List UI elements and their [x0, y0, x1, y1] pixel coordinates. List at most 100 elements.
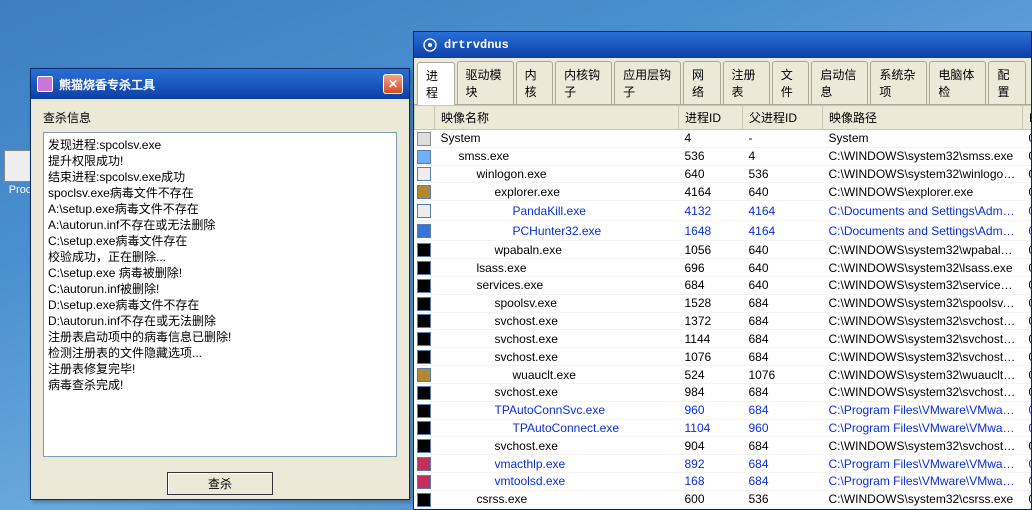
table-row[interactable]: vmtoolsd.exe168684C:\Program Files\VMwar…: [415, 473, 1032, 491]
table-row[interactable]: wpabaln.exe1056640C:\WINDOWS\system32\wp…: [415, 241, 1032, 259]
panda-icon: [37, 76, 53, 92]
table-row[interactable]: TPAutoConnSvc.exe960684C:\Program Files\…: [415, 401, 1032, 419]
table-row[interactable]: spoolsv.exe1528684C:\WINDOWS\system32\sp…: [415, 294, 1032, 312]
close-icon[interactable]: ✕: [383, 74, 403, 94]
process-ppid: 684: [743, 437, 823, 455]
process-eprocess: 0x81FCDDA0: [1023, 348, 1032, 366]
table-row[interactable]: System4-System0x821B9830: [415, 130, 1032, 148]
process-pid: 1648: [679, 221, 743, 241]
process-ppid: 640: [743, 276, 823, 294]
process-name: lsass.exe: [477, 261, 527, 275]
table-row[interactable]: svchost.exe1372684C:\WINDOWS\system32\sv…: [415, 312, 1032, 330]
process-ppid: 4164: [743, 221, 823, 241]
process-pid: 168: [679, 473, 743, 491]
process-icon: [417, 185, 431, 199]
process-path: C:\Program Files\VMware\VMware Tools\vmt…: [823, 473, 1023, 491]
column-header[interactable]: 映像路径: [823, 106, 1023, 130]
process-icon: [417, 421, 431, 435]
process-pid: 904: [679, 437, 743, 455]
tab-4[interactable]: 应用层钩子: [614, 61, 681, 104]
process-path: C:\WINDOWS\system32\csrss.exe: [823, 490, 1023, 508]
process-path: C:\WINDOWS\system32\svchost.exe: [823, 312, 1023, 330]
process-path: C:\WINDOWS\system32\wuauclt.exe: [823, 366, 1023, 384]
gear-icon: [422, 37, 438, 53]
desktop-icon-label: Proc: [9, 184, 32, 196]
table-row[interactable]: svchost.exe984684C:\WINDOWS\system32\svc…: [415, 383, 1032, 401]
tab-9[interactable]: 系统杂项: [870, 61, 927, 104]
process-name: csrss.exe: [477, 492, 528, 506]
tab-8[interactable]: 启动信息: [811, 61, 868, 104]
process-path: C:\WINDOWS\system32\svchost.exe: [823, 437, 1023, 455]
process-icon: [417, 439, 431, 453]
process-eprocess: 0x820CC768: [1023, 366, 1032, 384]
table-row[interactable]: vmacthlp.exe892684C:\Program Files\VMwar…: [415, 455, 1032, 473]
process-path: C:\Documents and Settings\Administrator\…: [823, 201, 1023, 221]
table-row[interactable]: svchost.exe1076684C:\WINDOWS\system32\sv…: [415, 348, 1032, 366]
scan-kill-button[interactable]: 查杀: [167, 472, 273, 495]
table-row[interactable]: PCHunter32.exe16484164C:\Documents and S…: [415, 221, 1032, 241]
log-textarea[interactable]: [43, 132, 397, 457]
column-header[interactable]: 映像名称: [435, 106, 679, 130]
table-row[interactable]: PandaKill.exe41324164C:\Documents and Se…: [415, 201, 1032, 221]
process-ppid: 640: [743, 259, 823, 277]
table-row[interactable]: explorer.exe4164640C:\WINDOWS\explorer.e…: [415, 183, 1032, 201]
table-row[interactable]: lsass.exe696640C:\WINDOWS\system32\lsass…: [415, 259, 1032, 277]
table-row[interactable]: smss.exe5364C:\WINDOWS\system32\smss.exe…: [415, 147, 1032, 165]
process-path: C:\WINDOWS\system32\smss.exe: [823, 147, 1023, 165]
process-name: explorer.exe: [495, 185, 560, 199]
process-pid: 4: [679, 130, 743, 148]
process-icon: [417, 332, 431, 346]
process-ppid: 684: [743, 401, 823, 419]
process-icon: [417, 204, 431, 218]
process-path: C:\WINDOWS\system32\services.exe: [823, 276, 1023, 294]
tab-10[interactable]: 电脑体检: [929, 61, 986, 104]
dialog-titlebar[interactable]: 熊猫烧香专杀工具 ✕: [31, 69, 409, 99]
tab-0[interactable]: 进程: [417, 62, 455, 105]
tab-11[interactable]: 配置: [988, 61, 1026, 104]
table-row[interactable]: csrss.exe600536C:\WINDOWS\system32\csrss…: [415, 490, 1032, 508]
process-pid: 536: [679, 147, 743, 165]
process-pid: 1076: [679, 348, 743, 366]
process-eprocess: 0x81DA2DA0: [1023, 221, 1032, 241]
table-row[interactable]: services.exe684640C:\WINDOWS\system32\se…: [415, 276, 1032, 294]
tab-3[interactable]: 内核钩子: [555, 61, 612, 104]
process-ppid: 960: [743, 419, 823, 437]
process-path: C:\WINDOWS\system32\lsass.exe: [823, 259, 1023, 277]
table-row[interactable]: svchost.exe904684C:\WINDOWS\system32\svc…: [415, 437, 1032, 455]
table-row[interactable]: TPAutoConnect.exe1104960C:\Program Files…: [415, 419, 1032, 437]
process-ppid: -: [743, 130, 823, 148]
process-pid: 1372: [679, 312, 743, 330]
dialog-title: 熊猫烧香专杀工具: [59, 76, 155, 93]
process-icon: [417, 297, 431, 311]
process-pid: 4132: [679, 201, 743, 221]
process-eprocess: 0x8182B020: [1023, 201, 1032, 221]
process-eprocess: 0x81C85DA0: [1023, 147, 1032, 165]
process-path: C:\Documents and Settings\Administrator\…: [823, 221, 1023, 241]
process-name: vmtoolsd.exe: [495, 474, 566, 488]
column-header[interactable]: 父进程ID: [743, 106, 823, 130]
table-row[interactable]: winlogon.exe640536C:\WINDOWS\system32\wi…: [415, 165, 1032, 183]
table-header-row: 映像名称进程ID父进程ID映像路径EPROCESS: [415, 106, 1032, 130]
process-name: winlogon.exe: [477, 167, 547, 181]
process-path: System: [823, 130, 1023, 148]
process-path: C:\Program Files\VMware\VMware Tools\TPA…: [823, 401, 1023, 419]
process-name: smss.exe: [459, 149, 510, 163]
process-pid: 1528: [679, 294, 743, 312]
table-row[interactable]: svchost.exe1144684C:\WINDOWS\system32\sv…: [415, 330, 1032, 348]
tab-6[interactable]: 注册表: [723, 61, 770, 104]
process-eprocess: 0x81FCFDA0: [1023, 165, 1032, 183]
process-eprocess: 0x81D3A270: [1023, 241, 1032, 259]
process-name: svchost.exe: [495, 350, 558, 364]
tab-1[interactable]: 驱动模块: [457, 61, 514, 104]
process-icon: [417, 132, 431, 146]
column-header[interactable]: 进程ID: [679, 106, 743, 130]
table-row[interactable]: wuauclt.exe5241076C:\WINDOWS\system32\wu…: [415, 366, 1032, 384]
process-name: vmacthlp.exe: [495, 457, 566, 471]
tab-2[interactable]: 内核: [516, 61, 554, 104]
tab-5[interactable]: 网络: [683, 61, 721, 104]
process-eprocess: 0x81D98B10: [1023, 259, 1032, 277]
column-header[interactable]: EPROCESS: [1023, 106, 1032, 130]
process-eprocess: 0x81FF8440: [1023, 330, 1032, 348]
window-titlebar[interactable]: drtrvdnus: [414, 32, 1031, 58]
tab-7[interactable]: 文件: [772, 61, 810, 104]
